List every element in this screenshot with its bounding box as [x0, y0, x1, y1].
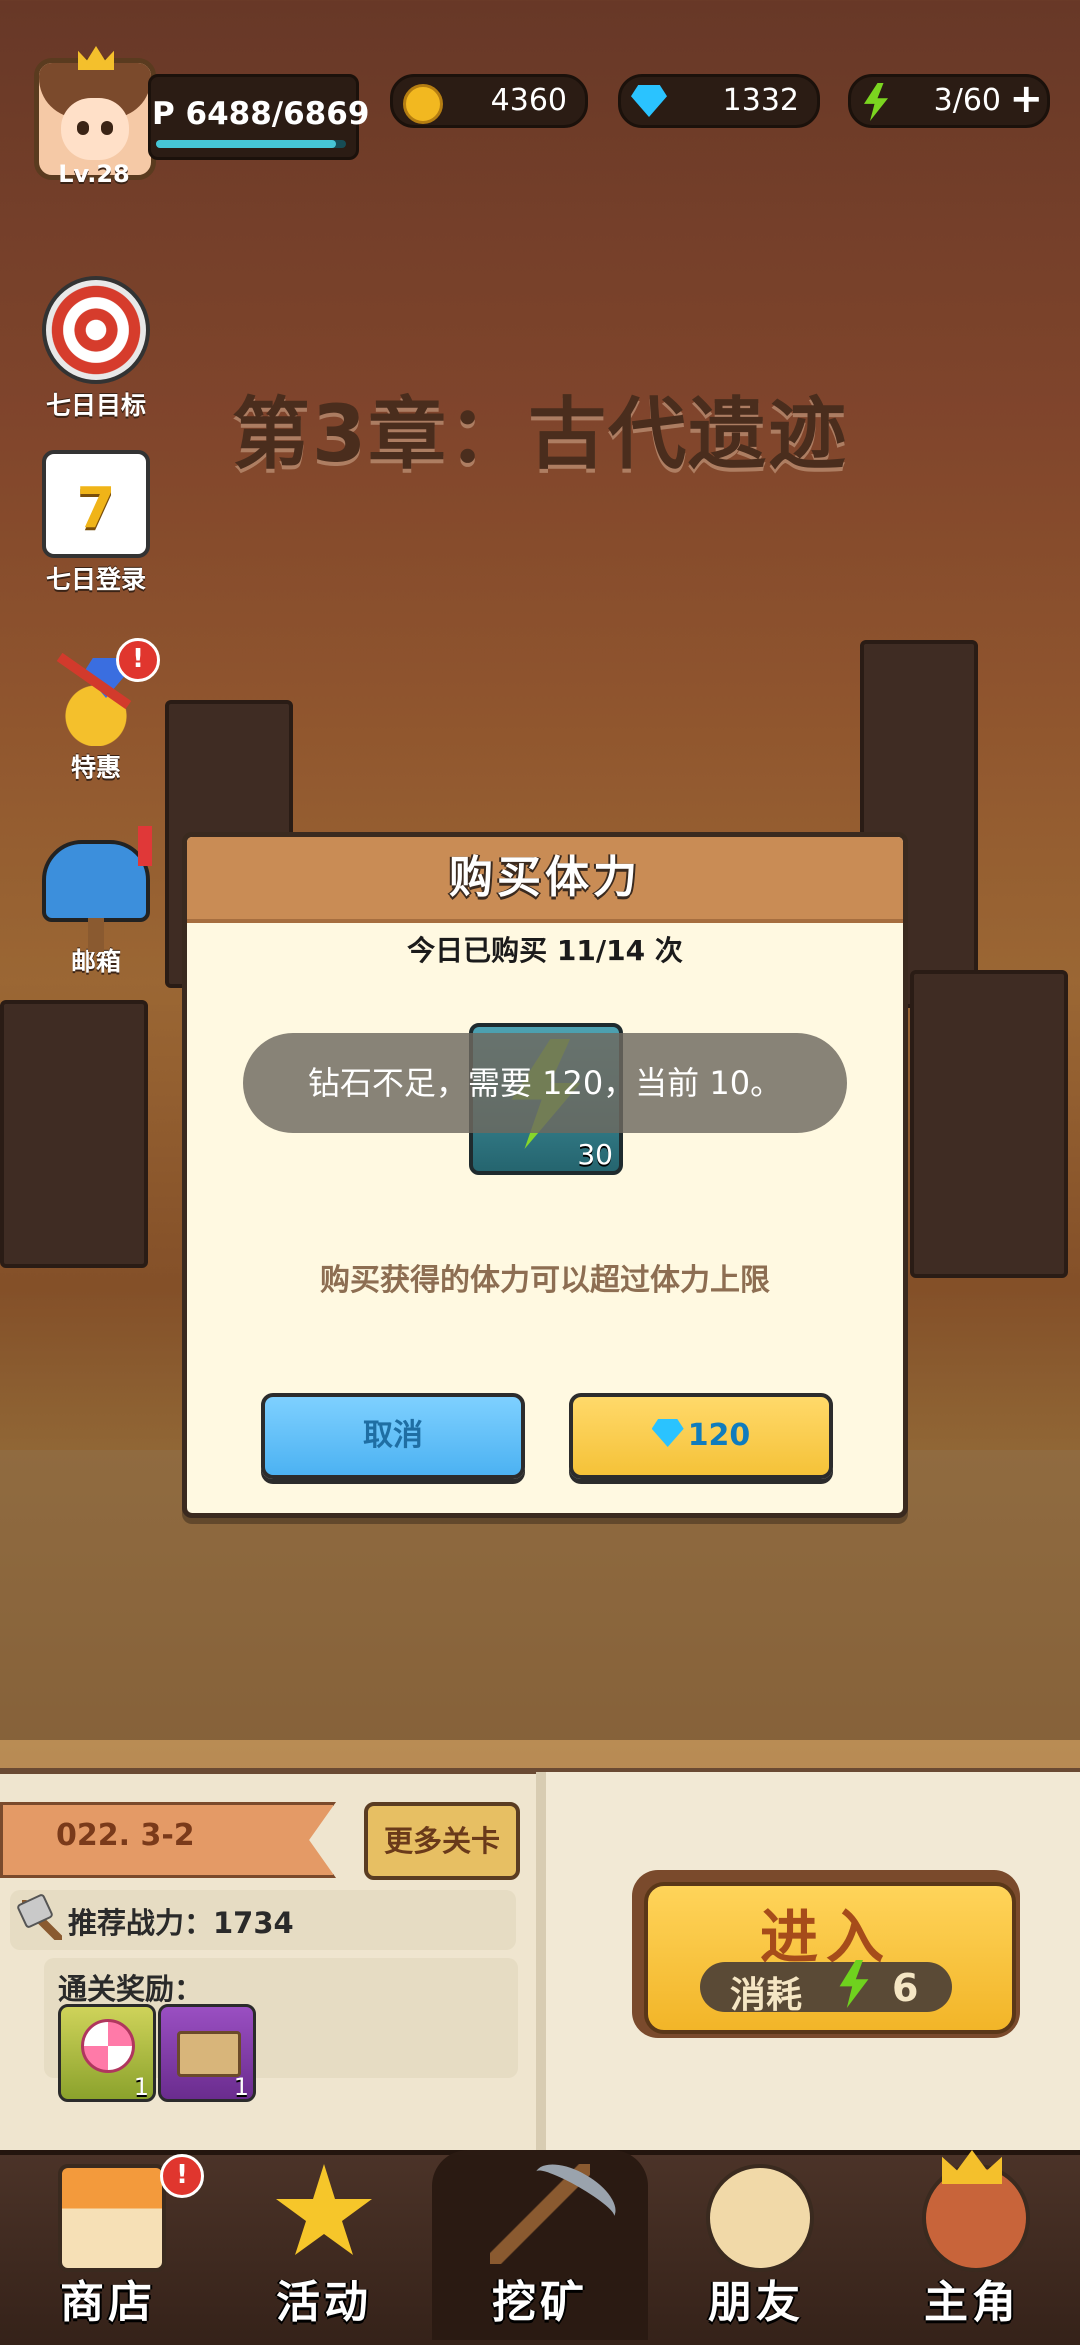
energy-counter[interactable]: 3/60 +	[848, 74, 1050, 128]
buy-energy-dialog: 购买体力 今日已购买 11/14 次 30 钻石不足，需要 120，当前 10。…	[182, 832, 908, 1518]
recommended-power: 推荐战力：1734	[68, 1906, 294, 1940]
pickaxe-head	[525, 2152, 625, 2236]
reward-item[interactable]: 1	[158, 2004, 256, 2102]
cost-label: 消耗	[730, 1975, 803, 2016]
reward-count: 1	[133, 2073, 149, 2101]
more-stages-button[interactable]: 更多关卡	[364, 1802, 520, 1880]
toast-message: 钻石不足，需要 120，当前 10。	[243, 1033, 847, 1133]
exp-text: P 6488/6869	[152, 96, 370, 132]
dialog-hint: 购买获得的体力可以超过体力上限	[320, 1263, 770, 1298]
friend-icon	[706, 2164, 814, 2272]
chapter-title: 第3章：古代遗迹	[231, 390, 849, 480]
reward-count: 1	[233, 2073, 249, 2101]
recommended-power-row: 推荐战力：1734	[10, 1890, 516, 1950]
buy-price: 120	[687, 1418, 751, 1453]
mailbox-post	[88, 918, 104, 952]
pickaxe-icon	[490, 2152, 625, 2264]
nav-tab-hero[interactable]: 主角	[864, 2150, 1080, 2340]
gem-icon	[631, 85, 667, 117]
lollipop-icon	[81, 2019, 135, 2073]
exp-bar	[156, 140, 346, 148]
crown-icon	[942, 2150, 1002, 2184]
side-item-label: 七日登录	[45, 565, 146, 594]
side-item-special-deal[interactable]: ! 特惠	[26, 638, 166, 784]
add-energy-button[interactable]: +	[1009, 77, 1043, 121]
notification-badge: !	[116, 638, 160, 682]
side-item-label: 特惠	[70, 753, 121, 782]
gem-value: 1332	[722, 83, 799, 118]
cancel-button[interactable]: 取消	[261, 1393, 525, 1479]
side-item-mailbox[interactable]: 邮箱	[26, 826, 166, 978]
player-level: Lv.28	[58, 160, 130, 188]
gold-value: 4360	[490, 83, 567, 118]
nav-tab-events[interactable]: 活动	[216, 2150, 432, 2340]
coin-icon	[403, 84, 443, 124]
notification-badge: !	[160, 2154, 204, 2198]
nav-label: 主角	[924, 2277, 1020, 2328]
deal-icon: !	[46, 638, 160, 746]
buy-with-gems-button[interactable]: 120	[569, 1393, 833, 1479]
ticket-icon	[177, 2031, 241, 2077]
book-spine	[536, 1772, 546, 2158]
nav-tab-shop[interactable]: ! 商店	[0, 2150, 216, 2340]
avatar-face	[61, 98, 129, 160]
nav-label: 挖矿	[492, 2277, 588, 2328]
energy-value: 3/60	[933, 83, 1001, 118]
mailbox-icon	[42, 826, 152, 952]
dialog-title: 购买体力	[449, 852, 641, 903]
toast-text: 钻石不足，需要 120，当前 10。	[307, 1064, 783, 1102]
dialog-header: 购买体力	[187, 837, 903, 923]
gem-counter[interactable]: 1332	[618, 74, 820, 128]
gold-counter[interactable]: 4360	[390, 74, 588, 128]
energy-amount: 30	[577, 1138, 613, 1171]
calendar-day: 7	[76, 476, 116, 541]
shop-icon	[58, 2164, 166, 2272]
target-icon	[42, 276, 150, 384]
nav-tab-mining[interactable]: 挖矿	[432, 2150, 648, 2340]
cost-value: 6	[892, 1966, 919, 2010]
reward-item[interactable]: 1	[58, 2004, 156, 2102]
reward-label: 通关奖励：	[58, 1972, 204, 2006]
nav-label: 商店	[60, 2277, 156, 2328]
purchase-count: 今日已购买 11/14 次	[407, 934, 683, 967]
nav-label: 活动	[276, 2277, 372, 2328]
mailbox-flag	[138, 826, 152, 866]
exp-bar-fill	[156, 140, 336, 148]
avatar-eye	[101, 121, 113, 135]
gem-icon	[651, 1419, 684, 1447]
nav-label: 朋友	[708, 2277, 804, 2328]
star-icon	[276, 2164, 372, 2255]
energy-bolt-icon	[864, 83, 888, 121]
avatar-eye	[77, 121, 89, 135]
nav-tab-friends[interactable]: 朋友	[648, 2150, 864, 2340]
stage-id: 022. 3-2	[56, 1818, 195, 1853]
